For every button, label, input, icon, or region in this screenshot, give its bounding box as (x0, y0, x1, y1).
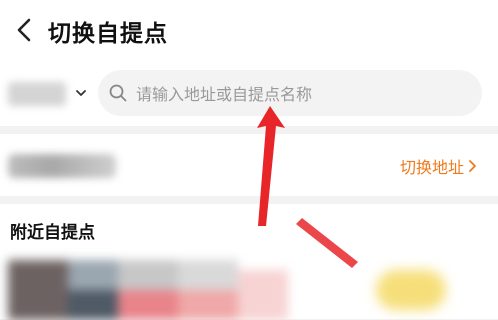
page-title: 切换自提点 (48, 21, 168, 47)
select-button-redacted[interactable] (376, 270, 446, 310)
search-icon (109, 84, 127, 102)
back-button[interactable] (10, 16, 38, 44)
section-title: 附近自提点 (10, 223, 95, 243)
search-row (0, 62, 498, 126)
current-address-row: 切换地址 (0, 134, 498, 196)
city-name-redacted (8, 82, 66, 106)
switch-address-link[interactable]: 切换地址 (400, 154, 478, 178)
search-box[interactable] (98, 70, 482, 118)
search-input[interactable] (134, 70, 468, 118)
nearby-pickup-section: 附近自提点 (0, 204, 498, 320)
city-selector[interactable] (8, 76, 92, 112)
header-bar: 切换自提点 (0, 0, 498, 62)
chevron-right-icon (469, 160, 476, 172)
current-address-redacted (8, 154, 116, 178)
switch-address-label: 切换地址 (399, 158, 464, 177)
chevron-down-icon (76, 90, 86, 96)
pickup-point-card-redacted[interactable] (8, 260, 288, 320)
chevron-left-icon (17, 18, 31, 42)
